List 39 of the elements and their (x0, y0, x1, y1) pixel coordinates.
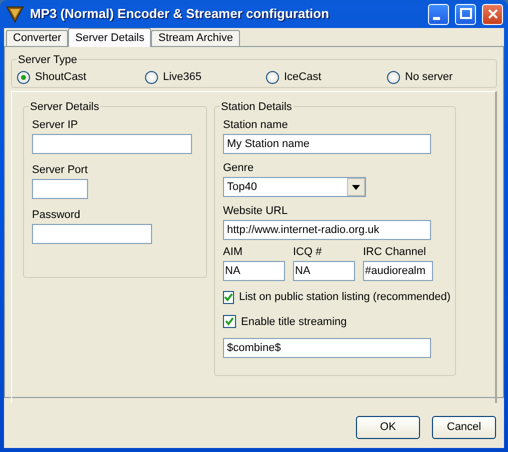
field-label: Server IP (32, 119, 79, 132)
radio-button[interactable]: ShoutCast (17, 69, 145, 86)
field-label: Password (32, 209, 82, 222)
input-field[interactable]: #audiorealm (363, 261, 433, 281)
input-field[interactable]: NA (293, 261, 355, 281)
input-field[interactable] (32, 224, 152, 244)
maximize-icon (458, 6, 474, 22)
radio-button[interactable]: Live365 (145, 69, 266, 86)
input-field[interactable] (32, 134, 192, 154)
field-label: Server Port (32, 164, 89, 177)
checkbox[interactable]: Enable title streaming (223, 314, 447, 330)
input-field[interactable]: NA (223, 261, 285, 281)
app-logo-icon (6, 5, 24, 23)
field-label: ICQ # (293, 246, 323, 259)
group-title: Server Type (17, 52, 78, 68)
window-title: MP3 (Normal) Encoder & Streamer configuration (30, 5, 330, 24)
minimize-button[interactable] (428, 4, 449, 24)
field-label: AIM (223, 246, 244, 259)
dialog-button[interactable]: Cancel (432, 416, 496, 438)
radio-button[interactable]: IceCast (266, 69, 387, 86)
maximize-button[interactable] (455, 4, 476, 24)
dialog-button[interactable]: OK (356, 416, 420, 438)
field-label: Genre (223, 162, 255, 175)
input-field[interactable]: http://www.internet-radio.org.uk (223, 220, 431, 240)
checkmark-icon (224, 292, 233, 302)
field-label: Station name (223, 119, 289, 132)
genre-dropdown[interactable]: Top40 (223, 177, 366, 197)
close-button[interactable] (482, 4, 503, 24)
tab[interactable]: Stream Archive (151, 30, 240, 46)
input-field[interactable]: $combine$ (223, 338, 431, 358)
tab[interactable]: Server Details (68, 28, 152, 47)
minimize-icon (433, 16, 440, 20)
field-label: Website URL (223, 205, 289, 218)
checkmark-icon (225, 317, 234, 326)
tab[interactable]: Converter (6, 30, 68, 46)
field-label: IRC Channel (363, 246, 427, 259)
radio-button[interactable]: No server (387, 69, 467, 86)
input-field[interactable]: My Station name (223, 134, 431, 154)
input-field[interactable] (32, 179, 88, 199)
